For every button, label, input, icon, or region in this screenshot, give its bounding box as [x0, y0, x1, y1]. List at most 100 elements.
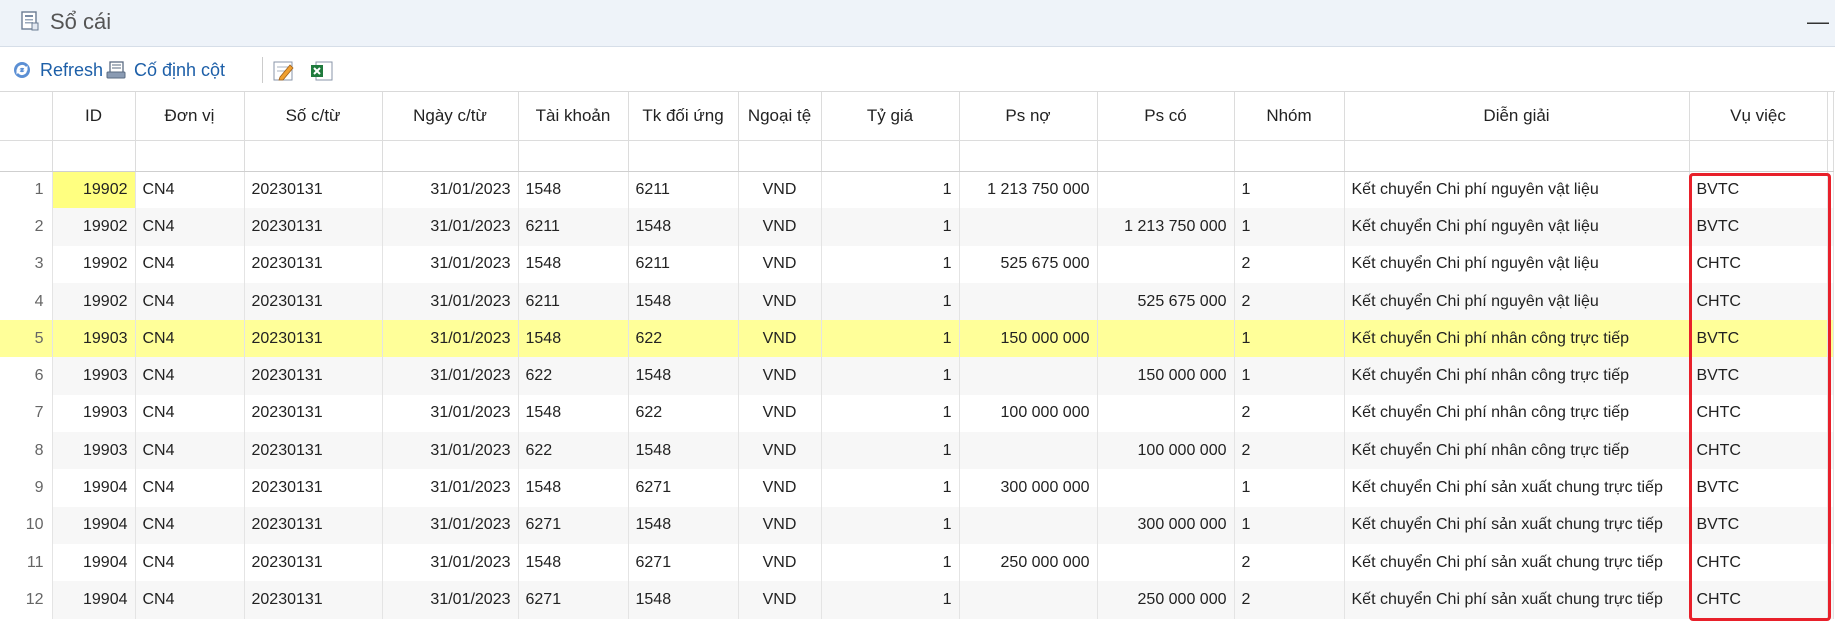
unit-cell[interactable]: CN4 [135, 208, 245, 246]
voucher-no-cell[interactable]: 20230131 [244, 245, 383, 283]
currency-cell[interactable]: VND [738, 208, 822, 246]
group-cell[interactable]: 1 [1234, 320, 1345, 358]
counter-account-cell[interactable]: 622 [628, 394, 739, 433]
unit-cell[interactable]: CN4 [135, 394, 245, 433]
debit-cell[interactable]: 300 000 000 [959, 469, 1098, 507]
table-row[interactable]: 12 19904 CN4 20230131 31/01/2023 6271 1548 VND 1… [0, 581, 1834, 619]
unit-cell[interactable]: CN4 [135, 171, 245, 209]
account-cell[interactable]: 6271 [518, 506, 629, 544]
filter-cell[interactable] [821, 140, 960, 172]
exchange-rate-cell[interactable]: 1 [821, 581, 960, 619]
id-cell[interactable]: 19902 [52, 245, 136, 283]
account-cell[interactable]: 1548 [518, 543, 629, 582]
group-cell[interactable]: 1 [1234, 171, 1345, 209]
account-cell[interactable]: 6271 [518, 581, 629, 619]
debit-cell[interactable] [959, 432, 1098, 470]
unit-cell[interactable]: CN4 [135, 469, 245, 507]
debit-cell[interactable] [959, 208, 1098, 246]
counter-account-cell[interactable]: 1548 [628, 357, 739, 395]
exchange-rate-cell[interactable]: 1 [821, 245, 960, 283]
currency-cell[interactable]: VND [738, 357, 822, 395]
voucher-date-cell[interactable]: 31/01/2023 [382, 506, 519, 544]
voucher-no-cell[interactable]: 20230131 [244, 282, 383, 321]
rownum-cell[interactable]: 12 [0, 581, 53, 619]
rownum-cell[interactable]: 7 [0, 394, 53, 433]
table-row[interactable]: 5 19903 CN4 20230131 31/01/2023 1548 622 VND 1 15… [0, 320, 1834, 358]
description-cell[interactable]: Kết chuyển Chi phí sản xuất chung trực t… [1344, 543, 1690, 582]
debit-cell[interactable] [959, 506, 1098, 544]
currency-cell[interactable]: VND [738, 245, 822, 283]
description-cell[interactable]: Kết chuyển Chi phí nhân công trực tiếp [1344, 357, 1690, 395]
group-cell[interactable]: 1 [1234, 208, 1345, 246]
credit-cell[interactable] [1097, 543, 1235, 582]
description-cell[interactable]: Kết chuyển Chi phí nguyên vật liệu [1344, 208, 1690, 246]
rownum-cell[interactable]: 8 [0, 432, 53, 470]
voucher-no-cell[interactable]: 20230131 [244, 394, 383, 433]
filter-cell[interactable] [1097, 140, 1235, 172]
edit-icon[interactable] [272, 60, 296, 82]
group-cell[interactable]: 2 [1234, 282, 1345, 321]
counter-account-cell[interactable]: 622 [628, 320, 739, 358]
voucher-date-cell[interactable]: 31/01/2023 [382, 282, 519, 321]
account-cell[interactable]: 6211 [518, 282, 629, 321]
case-cell[interactable]: BVTC [1689, 506, 1828, 544]
voucher-no-cell[interactable]: 20230131 [244, 171, 383, 209]
credit-cell[interactable] [1097, 394, 1235, 433]
description-cell[interactable]: Kết chuyển Chi phí sản xuất chung trực t… [1344, 469, 1690, 507]
col-header[interactable]: ID [52, 92, 136, 141]
counter-account-cell[interactable]: 1548 [628, 208, 739, 246]
unit-cell[interactable]: CN4 [135, 357, 245, 395]
voucher-no-cell[interactable]: 20230131 [244, 543, 383, 582]
col-header[interactable]: Tk đối ứng [628, 92, 739, 141]
group-cell[interactable]: 2 [1234, 581, 1345, 619]
exchange-rate-cell[interactable]: 1 [821, 208, 960, 246]
filter-cell[interactable] [959, 140, 1098, 172]
voucher-no-cell[interactable]: 20230131 [244, 357, 383, 395]
counter-account-cell[interactable]: 6271 [628, 543, 739, 582]
exchange-rate-cell[interactable]: 1 [821, 320, 960, 358]
credit-cell[interactable] [1097, 245, 1235, 283]
id-cell[interactable]: 19904 [52, 581, 136, 619]
account-cell[interactable]: 1548 [518, 245, 629, 283]
rownum-cell[interactable]: 1 [0, 171, 53, 209]
counter-account-cell[interactable]: 1548 [628, 506, 739, 544]
voucher-no-cell[interactable]: 20230131 [244, 208, 383, 246]
voucher-date-cell[interactable]: 31/01/2023 [382, 432, 519, 470]
refresh-button[interactable]: Refresh [12, 58, 103, 82]
case-cell[interactable]: BVTC [1689, 171, 1828, 209]
filter-cell[interactable] [518, 140, 629, 172]
account-cell[interactable]: 622 [518, 432, 629, 470]
group-cell[interactable]: 1 [1234, 357, 1345, 395]
unit-cell[interactable]: CN4 [135, 581, 245, 619]
voucher-date-cell[interactable]: 31/01/2023 [382, 581, 519, 619]
case-cell[interactable]: CHTC [1689, 543, 1828, 582]
unit-cell[interactable]: CN4 [135, 320, 245, 358]
id-cell[interactable]: 19903 [52, 432, 136, 470]
currency-cell[interactable]: VND [738, 394, 822, 433]
currency-cell[interactable]: VND [738, 469, 822, 507]
currency-cell[interactable]: VND [738, 506, 822, 544]
description-cell[interactable]: Kết chuyển Chi phí nguyên vật liệu [1344, 245, 1690, 283]
voucher-no-cell[interactable]: 20230131 [244, 506, 383, 544]
exchange-rate-cell[interactable]: 1 [821, 506, 960, 544]
col-header[interactable]: Diễn giải [1344, 92, 1690, 141]
voucher-no-cell[interactable]: 20230131 [244, 432, 383, 470]
case-cell[interactable]: CHTC [1689, 432, 1828, 470]
counter-account-cell[interactable]: 6271 [628, 469, 739, 507]
counter-account-cell[interactable]: 6211 [628, 171, 739, 209]
col-header[interactable]: Tài khoản [518, 92, 629, 141]
exchange-rate-cell[interactable]: 1 [821, 357, 960, 395]
case-cell[interactable]: CHTC [1689, 245, 1828, 283]
currency-cell[interactable]: VND [738, 581, 822, 619]
exchange-rate-cell[interactable]: 1 [821, 543, 960, 582]
col-header[interactable]: Tỷ giá [821, 92, 960, 141]
rownum-cell[interactable]: 2 [0, 208, 53, 246]
rownum-cell[interactable]: 4 [0, 282, 53, 321]
rownum-cell[interactable]: 11 [0, 543, 53, 582]
unit-cell[interactable]: CN4 [135, 543, 245, 582]
account-cell[interactable]: 6211 [518, 208, 629, 246]
col-header[interactable]: Ps có [1097, 92, 1235, 141]
credit-cell[interactable] [1097, 469, 1235, 507]
debit-cell[interactable] [959, 282, 1098, 321]
group-cell[interactable]: 2 [1234, 394, 1345, 433]
